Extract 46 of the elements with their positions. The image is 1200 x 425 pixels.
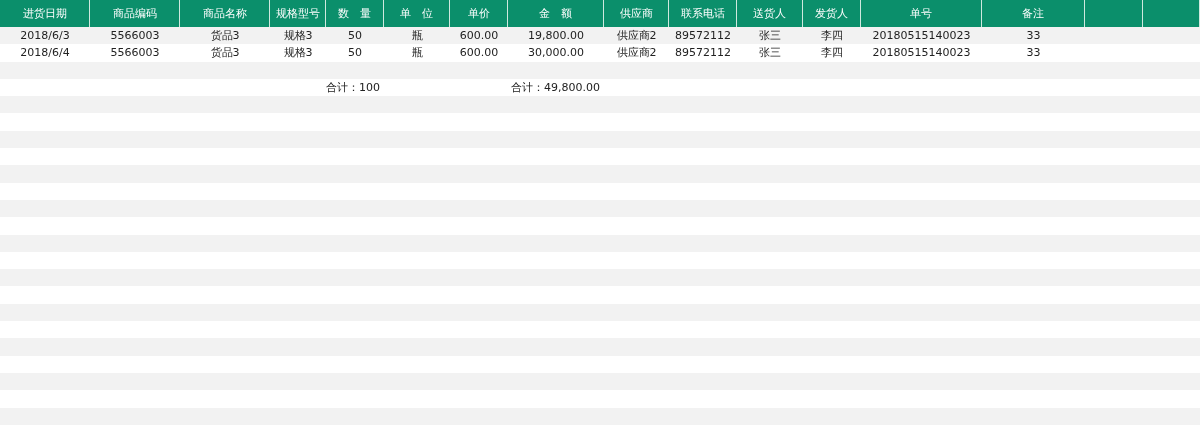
table-cell-text: 33 xyxy=(1025,45,1042,62)
table-cell-text: 89572112 xyxy=(674,28,732,45)
table-cell-text: 20180515140023 xyxy=(871,45,972,62)
total-cell-text: 合计：100 xyxy=(326,80,381,97)
column-header: 商品编码 xyxy=(90,0,180,27)
column-header: 送货人 xyxy=(737,0,803,27)
table-cell-text: 李四 xyxy=(820,28,844,45)
column-header xyxy=(1143,0,1200,27)
table-cell-text: 89572112 xyxy=(674,45,732,62)
column-header: 规格型号 xyxy=(270,0,326,27)
table-cell-text: 5566003 xyxy=(109,45,161,62)
table-cell-text: 5566003 xyxy=(109,28,161,45)
table-cell-text: 李四 xyxy=(820,45,844,62)
column-header: 发货人 xyxy=(803,0,861,27)
table-cell-text: 600.00 xyxy=(458,45,500,62)
table-cell-text: 供应商2 xyxy=(615,45,658,62)
table-cell-text: 50 xyxy=(347,28,363,45)
table-cell-text: 30,000.00 xyxy=(527,45,585,62)
table-cell-text: 19,800.00 xyxy=(527,28,585,45)
column-header: 商品名称 xyxy=(180,0,270,27)
table-cell-text: 33 xyxy=(1025,28,1042,45)
table-cell-text: 货品3 xyxy=(209,45,241,62)
table-cell-text: 规格3 xyxy=(282,45,314,62)
column-header: 金 额 xyxy=(508,0,604,27)
column-header: 备注 xyxy=(982,0,1085,27)
column-header xyxy=(1085,0,1143,27)
table-cell-text: 2018/6/4 xyxy=(19,45,71,62)
table-cell-text: 600.00 xyxy=(458,28,500,45)
column-header: 单号 xyxy=(861,0,982,27)
table-cell-text: 货品3 xyxy=(209,28,241,45)
column-header: 联系电话 xyxy=(669,0,737,27)
table-cell-text: 张三 xyxy=(758,45,782,62)
table-cell-text: 张三 xyxy=(758,28,782,45)
column-header: 单价 xyxy=(450,0,508,27)
table-cell-text: 供应商2 xyxy=(615,28,658,45)
table-cell-text: 50 xyxy=(347,45,363,62)
column-header: 单 位 xyxy=(384,0,450,27)
table-cell-text: 瓶 xyxy=(410,28,424,45)
column-header: 进货日期 xyxy=(0,0,90,27)
column-header: 数 量 xyxy=(326,0,384,27)
column-header: 供应商 xyxy=(604,0,669,27)
table-cell-text: 规格3 xyxy=(282,28,314,45)
table-cell-text: 瓶 xyxy=(410,45,424,62)
table-cell-text: 2018/6/3 xyxy=(19,28,71,45)
table-cell-text: 20180515140023 xyxy=(871,28,972,45)
total-cell-text: 合计：49,800.00 xyxy=(510,80,601,97)
